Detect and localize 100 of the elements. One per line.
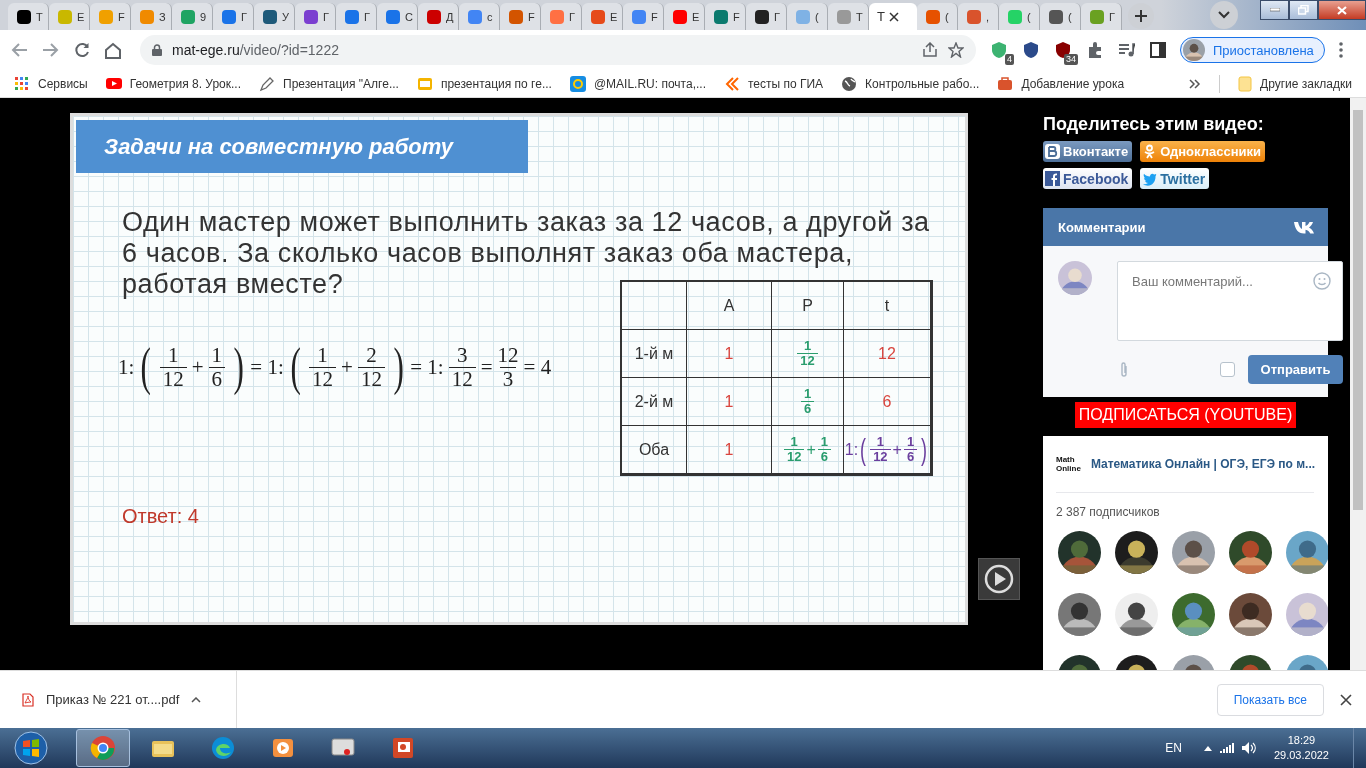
bookmark[interactable]: Добавление урока — [997, 75, 1125, 92]
side-panel-icon[interactable] — [1150, 42, 1166, 58]
puzzle-icon[interactable] — [1086, 41, 1104, 59]
browser-tab[interactable]: С — [377, 3, 418, 30]
pen-icon — [259, 75, 276, 92]
play-button[interactable] — [978, 558, 1020, 600]
reload-icon[interactable] — [74, 42, 90, 58]
browser-tab[interactable]: З — [131, 3, 172, 30]
send-button[interactable]: Отправить — [1248, 355, 1343, 384]
browser-tab[interactable]: F — [90, 3, 131, 30]
tab-search-button[interactable] — [1210, 1, 1238, 29]
site-icon — [344, 8, 360, 25]
comment-field[interactable]: Ваш комментарий... — [1117, 261, 1343, 341]
download-item[interactable]: Приказ № 221 от....pdf — [46, 692, 180, 707]
back-icon[interactable] — [10, 42, 28, 58]
browser-tab[interactable]: Г — [1081, 3, 1122, 30]
forward-icon[interactable] — [42, 42, 60, 58]
close-icon[interactable] — [1340, 693, 1352, 706]
speaker-icon[interactable] — [1241, 742, 1258, 754]
column-header: A — [687, 282, 772, 330]
browser-tab[interactable]: с — [459, 3, 500, 30]
browser-tab[interactable]: ( — [1040, 3, 1081, 30]
browser-tab[interactable]: У — [254, 3, 295, 30]
browser-tab[interactable]: Е — [664, 3, 705, 30]
chevron-up-icon[interactable] — [191, 696, 202, 703]
star-icon[interactable] — [948, 42, 964, 58]
browser-tab[interactable]: Т — [828, 3, 869, 30]
start-orb-icon[interactable] — [14, 731, 48, 765]
address-bar[interactable]: mat-ege.ru/video/?id=1222 — [140, 35, 976, 65]
browser-tab[interactable]: , — [958, 3, 999, 30]
browser-tab[interactable]: Г — [295, 3, 336, 30]
site-icon — [426, 8, 442, 25]
paperclip-icon[interactable] — [1119, 360, 1129, 379]
chrome-icon — [90, 735, 116, 761]
briefcase-icon — [997, 75, 1014, 92]
browser-tab[interactable]: Е — [582, 3, 623, 30]
shield-icon[interactable] — [990, 41, 1008, 59]
close-icon[interactable] — [888, 11, 899, 22]
more-icon[interactable] — [1338, 42, 1343, 58]
site-icon — [180, 8, 196, 25]
profile-button[interactable]: Приостановлена — [1180, 37, 1325, 63]
table-cell: 1 6 — [772, 378, 844, 426]
browser-tab[interactable]: Г — [213, 3, 254, 30]
bookmark[interactable]: Геометрия 8. Урок... — [105, 75, 242, 92]
restore-button[interactable] — [1289, 0, 1318, 20]
signal-icon[interactable] — [1219, 743, 1234, 753]
minimize-button[interactable] — [1260, 0, 1289, 20]
table-cell: 6 — [844, 378, 931, 426]
bookmark[interactable]: Контрольные рабо... — [841, 75, 980, 92]
answer-text: Ответ: 4 — [122, 505, 199, 528]
browser-tab[interactable]: Д — [418, 3, 459, 30]
share-button[interactable]: Twitter — [1140, 168, 1210, 189]
new-tab-button[interactable] — [1128, 3, 1154, 29]
vk-icon — [1045, 144, 1060, 159]
video-icon — [105, 75, 122, 92]
table-cell: 1 — [687, 378, 772, 426]
browser-tab[interactable]: ( — [917, 3, 958, 30]
show-all-button[interactable]: Показать все — [1216, 683, 1324, 716]
browser-tab[interactable]: Г — [541, 3, 582, 30]
browser-tab[interactable]: Г — [336, 3, 377, 30]
share-icon[interactable] — [922, 42, 938, 58]
share-button[interactable]: Facebook — [1043, 168, 1133, 189]
browser-tab[interactable]: Е — [49, 3, 90, 30]
site-icon — [1048, 8, 1064, 25]
browser-tab[interactable]: Г — [746, 3, 787, 30]
share-button[interactable]: Вконтакте — [1043, 141, 1133, 162]
clock-date[interactable]: 29.03.2022 — [1273, 748, 1329, 763]
subscribe-button[interactable]: ПОДПИСАТЬСЯ (YOUTUBE) — [1074, 402, 1297, 428]
bookmark[interactable]: Презентация "Алге... — [259, 75, 399, 92]
browser-tab[interactable]: F — [705, 3, 746, 30]
site-icon — [925, 8, 941, 25]
playlist-icon[interactable] — [1118, 42, 1136, 58]
extension-badge: 4 — [1005, 54, 1014, 65]
browser-tab[interactable]: 9 — [172, 3, 213, 30]
bookmark-folder[interactable]: Другие закладки — [1238, 75, 1352, 92]
site-icon — [713, 8, 729, 25]
close-icon — [1337, 5, 1347, 15]
browser-tab[interactable]: F — [623, 3, 664, 30]
close-button[interactable] — [1318, 0, 1366, 20]
scrollbar[interactable] — [1350, 98, 1366, 670]
checkbox[interactable] — [1220, 362, 1235, 377]
bookmark[interactable]: @MAIL.RU: почта,... — [569, 75, 706, 92]
shield-icon[interactable] — [1022, 41, 1040, 59]
language-indicator[interactable]: EN — [1165, 741, 1182, 755]
clock-time[interactable]: 18:29 — [1287, 733, 1316, 748]
browser-tab[interactable]: ( — [787, 3, 828, 30]
browser-tab[interactable]: Т — [869, 3, 917, 30]
browser-tab[interactable]: Т — [8, 3, 49, 30]
browser-tab[interactable]: F — [500, 3, 541, 30]
folder-icon — [1238, 75, 1253, 92]
chevron-right-icon[interactable] — [1189, 78, 1202, 89]
bookmark[interactable]: Сервисы — [14, 75, 88, 92]
bookmark[interactable]: тесты по ГИА — [723, 75, 824, 92]
row-header: 2-й м — [622, 378, 687, 426]
home-icon[interactable] — [104, 41, 122, 59]
chevron-up-icon[interactable] — [1203, 745, 1212, 751]
bookmark[interactable]: презентация по ге... — [416, 75, 552, 92]
group-name[interactable]: Математика Онлайн | ОГЭ, ЕГЭ по м... — [1090, 457, 1316, 471]
at-sign-icon — [569, 75, 586, 92]
browser-tab[interactable]: ( — [999, 3, 1040, 30]
